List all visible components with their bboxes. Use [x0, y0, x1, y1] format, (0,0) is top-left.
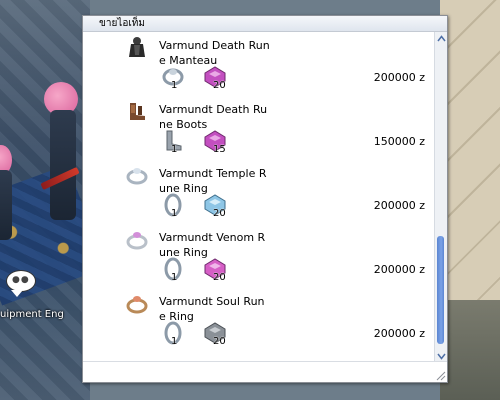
material-count: 20	[213, 208, 226, 219]
scroll-thumb[interactable]	[437, 236, 444, 344]
item-price: 200000 z	[373, 327, 425, 340]
scroll-down-icon[interactable]	[436, 351, 446, 361]
vertical-scrollbar[interactable]	[434, 32, 447, 362]
scroll-up-icon[interactable]	[436, 33, 446, 43]
material-count: 1	[171, 80, 178, 91]
list-item[interactable]: Varmundt Death Rune Boots 1 15 150000 z	[83, 96, 433, 160]
list-item[interactable]: Varmundt Temple Rune Ring 1 20 200000 z	[83, 160, 433, 224]
window-titlebar[interactable]: ขายไอเท็ม	[83, 16, 447, 32]
npc-name-label: uipment Eng	[0, 309, 64, 320]
ring-icon	[126, 296, 148, 314]
material-count: 1	[171, 144, 178, 155]
character-body[interactable]	[0, 170, 12, 240]
material-count: 20	[213, 272, 226, 283]
resize-grip-icon[interactable]	[434, 369, 446, 381]
item-price: 200000 z	[373, 263, 425, 276]
material-count: 20	[213, 80, 226, 91]
character-body[interactable]	[50, 110, 76, 220]
window-title: ขายไอเท็ม	[99, 18, 145, 29]
list-item[interactable]: Varmund Death Rune Manteau 1 20 200000 z	[83, 32, 433, 96]
floor-right	[440, 0, 500, 400]
manteau-icon	[129, 37, 145, 57]
material-count: 20	[213, 336, 226, 347]
item-price: 200000 z	[373, 71, 425, 84]
list-item[interactable]: Varmundt Soul Rune Ring 1 20 200000 z	[83, 288, 433, 352]
material-count: 1	[171, 336, 178, 347]
sell-item-window: ขายไอเท็ม Varmund Death Rune Manteau 1 2…	[82, 15, 448, 383]
ring-icon	[126, 232, 148, 250]
boots-icon	[130, 103, 145, 120]
material-count: 1	[171, 208, 178, 219]
item-price: 150000 z	[373, 135, 425, 148]
npc-chat-bubble-icon[interactable]: ●●	[6, 270, 36, 297]
window-footer	[83, 361, 447, 382]
ring-icon	[126, 168, 148, 185]
item-price: 200000 z	[373, 199, 425, 212]
list-item[interactable]: Varmundt Venom Rune Ring 1 20 200000 z	[83, 224, 433, 288]
material-count: 15	[213, 144, 226, 155]
material-count: 1	[171, 272, 178, 283]
item-list: Varmund Death Rune Manteau 1 20 200000 z…	[83, 32, 433, 362]
